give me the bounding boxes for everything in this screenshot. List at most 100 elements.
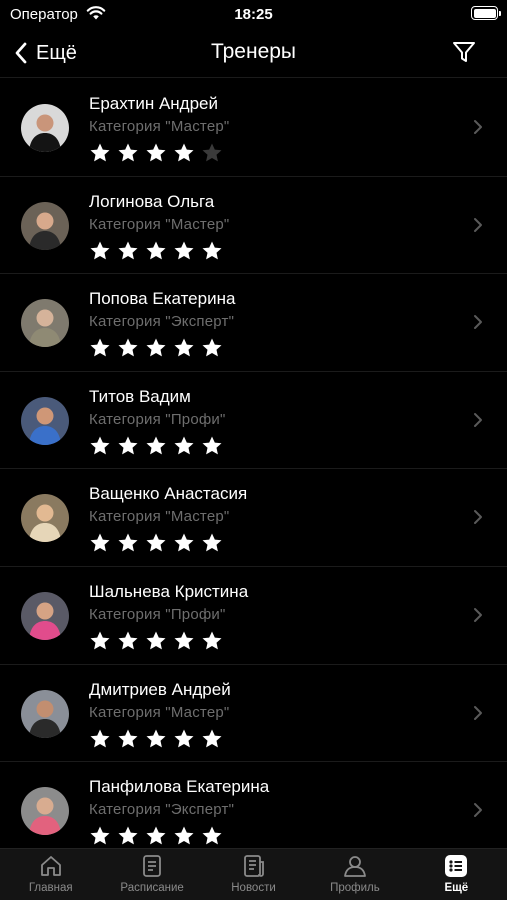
trainers-list: Ерахтин Андрей Категория "Мастер" Логино…: [0, 79, 507, 848]
tab-label: Ещё: [444, 882, 469, 894]
more-icon: [445, 855, 468, 877]
trainer-row[interactable]: Ерахтин Андрей Категория "Мастер": [0, 79, 507, 177]
trainer-category: Категория "Профи": [89, 605, 226, 623]
star-empty-icon: [202, 143, 222, 162]
chevron-right-icon: [474, 705, 482, 720]
star-filled-icon: [174, 338, 194, 357]
star-filled-icon: [202, 631, 222, 650]
avatar: [21, 689, 69, 738]
star-filled-icon: [146, 533, 166, 552]
star-filled-icon: [118, 826, 138, 845]
star-filled-icon: [118, 729, 138, 747]
star-filled-icon: [202, 533, 222, 552]
trainer-row[interactable]: Попова Екатерина Категория "Эксперт": [0, 274, 507, 372]
trainer-row[interactable]: Шальнева Кристина Категория "Профи": [0, 567, 507, 665]
trainer-row[interactable]: Логинова Ольга Категория "Мастер": [0, 177, 507, 275]
clock: 18:25: [234, 6, 273, 23]
chevron-right-icon: [474, 803, 482, 818]
rating-stars: [89, 337, 223, 359]
chevron-right-icon: [474, 510, 482, 525]
avatar: [21, 396, 69, 445]
chevron-right-icon: [474, 120, 482, 134]
star-filled-icon: [118, 436, 138, 455]
navigation-bar: Ещё Тренеры: [0, 30, 507, 78]
rating-stars: [89, 142, 223, 164]
star-filled-icon: [174, 729, 194, 747]
page-title: Тренеры: [210, 40, 297, 63]
star-filled-icon: [202, 436, 222, 455]
trainer-name: Панфилова Екатерина: [89, 777, 270, 797]
avatar: [21, 299, 69, 348]
trainer-name: Дмитриев Андрей: [89, 679, 231, 699]
chevron-right-icon: [474, 217, 482, 232]
star-filled-icon: [90, 729, 110, 747]
avatar: [21, 787, 69, 836]
star-filled-icon: [90, 143, 110, 162]
tab-profile[interactable]: Профиль: [304, 849, 405, 900]
avatar: [21, 201, 69, 250]
star-filled-icon: [174, 241, 194, 259]
rating-stars: [89, 728, 223, 750]
trainer-category: Категория "Мастер": [89, 215, 230, 233]
trainer-category: Категория "Мастер": [89, 118, 230, 135]
star-filled-icon: [202, 241, 222, 259]
tab-label: Главная: [28, 882, 73, 894]
star-filled-icon: [174, 436, 194, 455]
tab-home[interactable]: Главная: [0, 849, 101, 900]
profile-icon: [344, 856, 366, 877]
tab-label: Профиль: [330, 882, 380, 894]
star-filled-icon: [174, 826, 194, 845]
star-filled-icon: [118, 338, 138, 357]
trainer-row[interactable]: Титов Вадим Категория "Профи": [0, 372, 507, 470]
star-filled-icon: [118, 143, 138, 162]
star-filled-icon: [118, 631, 138, 650]
star-filled-icon: [118, 241, 138, 259]
tab-more[interactable]: Ещё: [406, 849, 507, 900]
star-filled-icon: [90, 631, 110, 650]
news-icon: [243, 855, 264, 877]
star-filled-icon: [174, 533, 194, 552]
star-filled-icon: [90, 826, 110, 845]
rating-stars: [89, 240, 223, 262]
star-filled-icon: [90, 338, 110, 357]
star-filled-icon: [146, 143, 166, 162]
trainer-row[interactable]: Ващенко Анастасия Категория "Мастер": [0, 469, 507, 567]
battery-icon: [471, 6, 501, 20]
rating-stars: [89, 630, 223, 652]
trainer-name: Попова Екатерина: [89, 289, 236, 309]
trainer-category: Категория "Профи": [89, 410, 226, 428]
trainer-name: Ващенко Анастасия: [89, 484, 248, 504]
avatar: [21, 494, 69, 543]
avatar: [21, 104, 69, 152]
star-filled-icon: [146, 436, 166, 455]
trainer-name: Титов Вадим: [89, 386, 191, 406]
star-filled-icon: [202, 338, 222, 357]
trainer-row[interactable]: Панфилова Екатерина Категория "Эксперт": [0, 762, 507, 848]
filter-icon[interactable]: [451, 39, 477, 65]
tab-label: Расписание: [120, 882, 184, 894]
star-filled-icon: [90, 241, 110, 259]
star-filled-icon: [90, 533, 110, 552]
status-bar: Оператор 18:25: [0, 0, 507, 30]
trainer-category: Категория "Эксперт": [89, 801, 235, 819]
star-filled-icon: [146, 338, 166, 357]
trainer-name: Логинова Ольга: [89, 191, 215, 211]
tab-label: Новости: [231, 882, 276, 894]
trainer-category: Категория "Эксперт": [89, 313, 235, 331]
rating-stars: [89, 532, 223, 554]
schedule-icon: [143, 855, 162, 877]
tab-schedule[interactable]: Расписание: [101, 849, 202, 900]
trainer-category: Категория "Мастер": [89, 508, 230, 526]
trainer-name: Шальнева Кристина: [89, 581, 249, 601]
avatar: [21, 591, 69, 640]
rating-stars: [89, 825, 223, 847]
star-filled-icon: [118, 533, 138, 552]
chevron-right-icon: [474, 315, 482, 330]
trainer-category: Категория "Мастер": [89, 703, 230, 721]
trainer-row[interactable]: Дмитриев Андрей Категория "Мастер": [0, 665, 507, 763]
chevron-right-icon: [474, 607, 482, 622]
star-filled-icon: [202, 729, 222, 747]
tab-news[interactable]: Новости: [203, 849, 304, 900]
trainer-name: Ерахтин Андрей: [89, 94, 219, 113]
star-filled-icon: [174, 143, 194, 162]
